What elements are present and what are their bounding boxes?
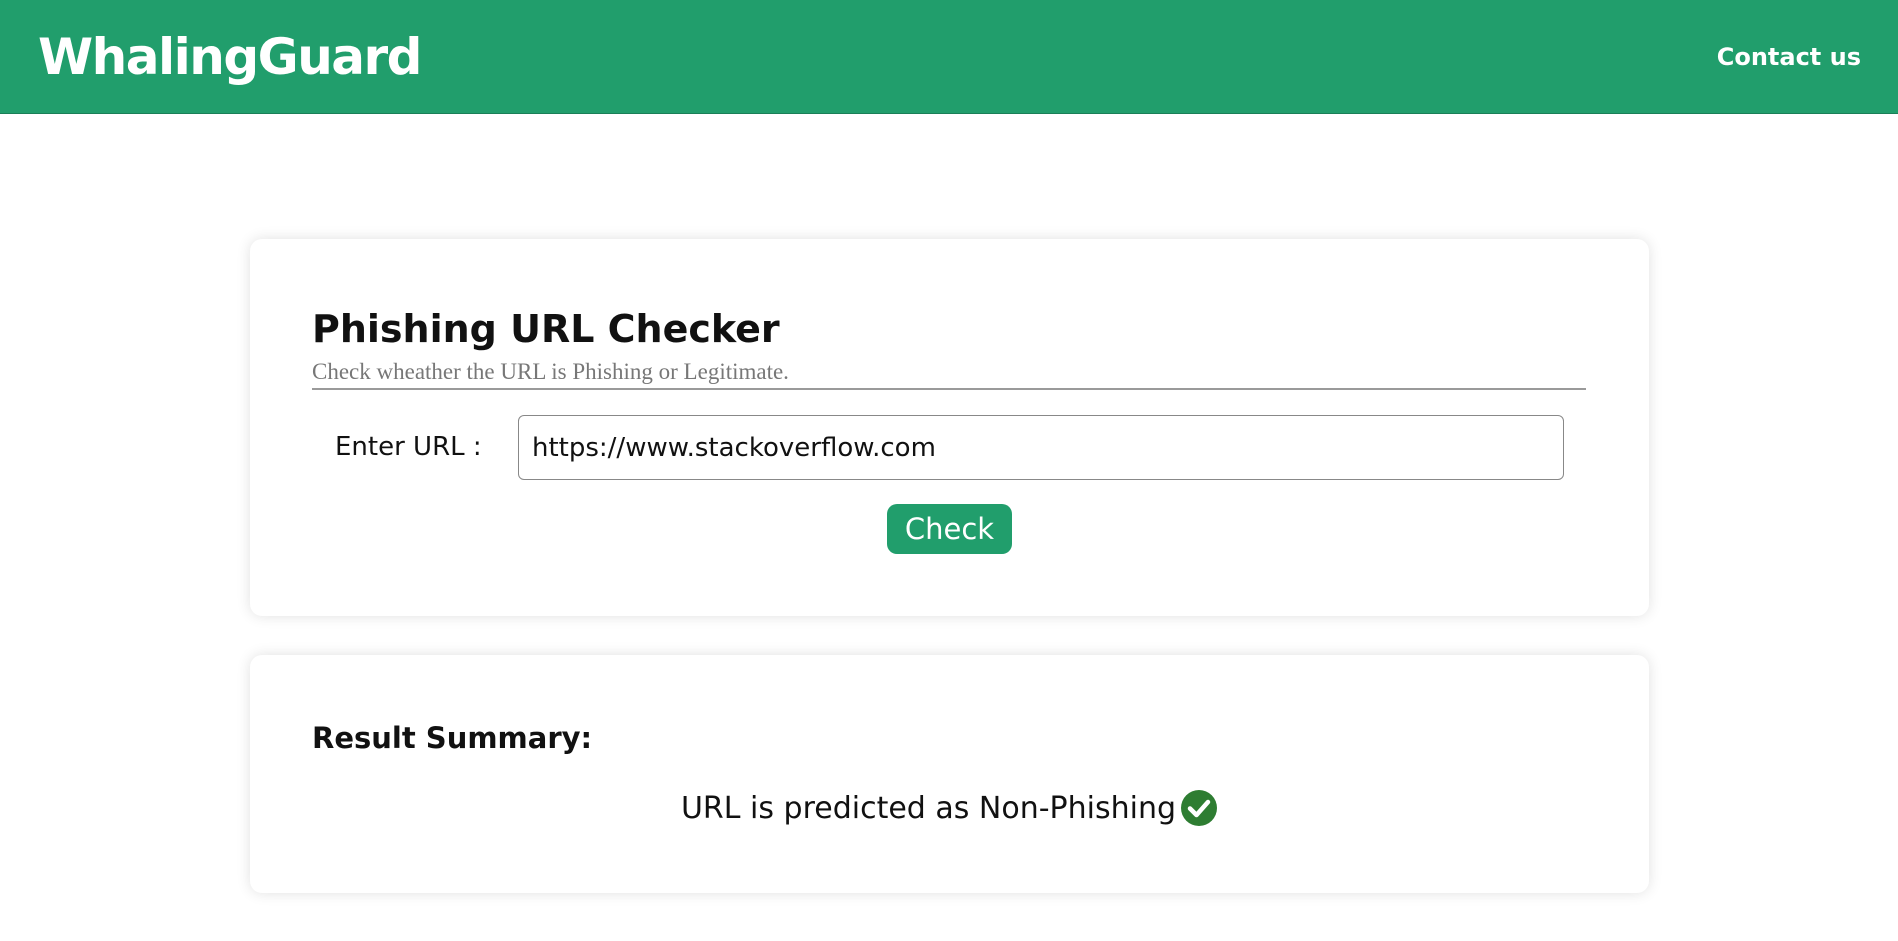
contact-us-link[interactable]: Contact us xyxy=(1717,43,1861,71)
brand-logo[interactable]: WhalingGuard xyxy=(38,28,422,86)
url-checker-card: Phishing URL Checker Check wheather the … xyxy=(250,239,1649,616)
check-button[interactable]: Check xyxy=(887,504,1012,554)
result-summary-card: Result Summary: URL is predicted as Non-… xyxy=(250,655,1649,893)
page-title: Phishing URL Checker xyxy=(312,307,780,351)
url-field-label: Enter URL : xyxy=(335,432,482,462)
check-circle-icon xyxy=(1180,789,1218,827)
page-subtitle: Check wheather the URL is Phishing or Le… xyxy=(312,359,789,384)
top-navbar: WhalingGuard Contact us xyxy=(0,0,1898,114)
result-prediction: URL is predicted as Non-Phishing xyxy=(250,789,1649,827)
url-input[interactable] xyxy=(518,415,1564,480)
title-divider xyxy=(312,388,1586,390)
prediction-text: URL is predicted as Non-Phishing xyxy=(680,790,1177,826)
result-summary-heading: Result Summary: xyxy=(312,721,593,755)
